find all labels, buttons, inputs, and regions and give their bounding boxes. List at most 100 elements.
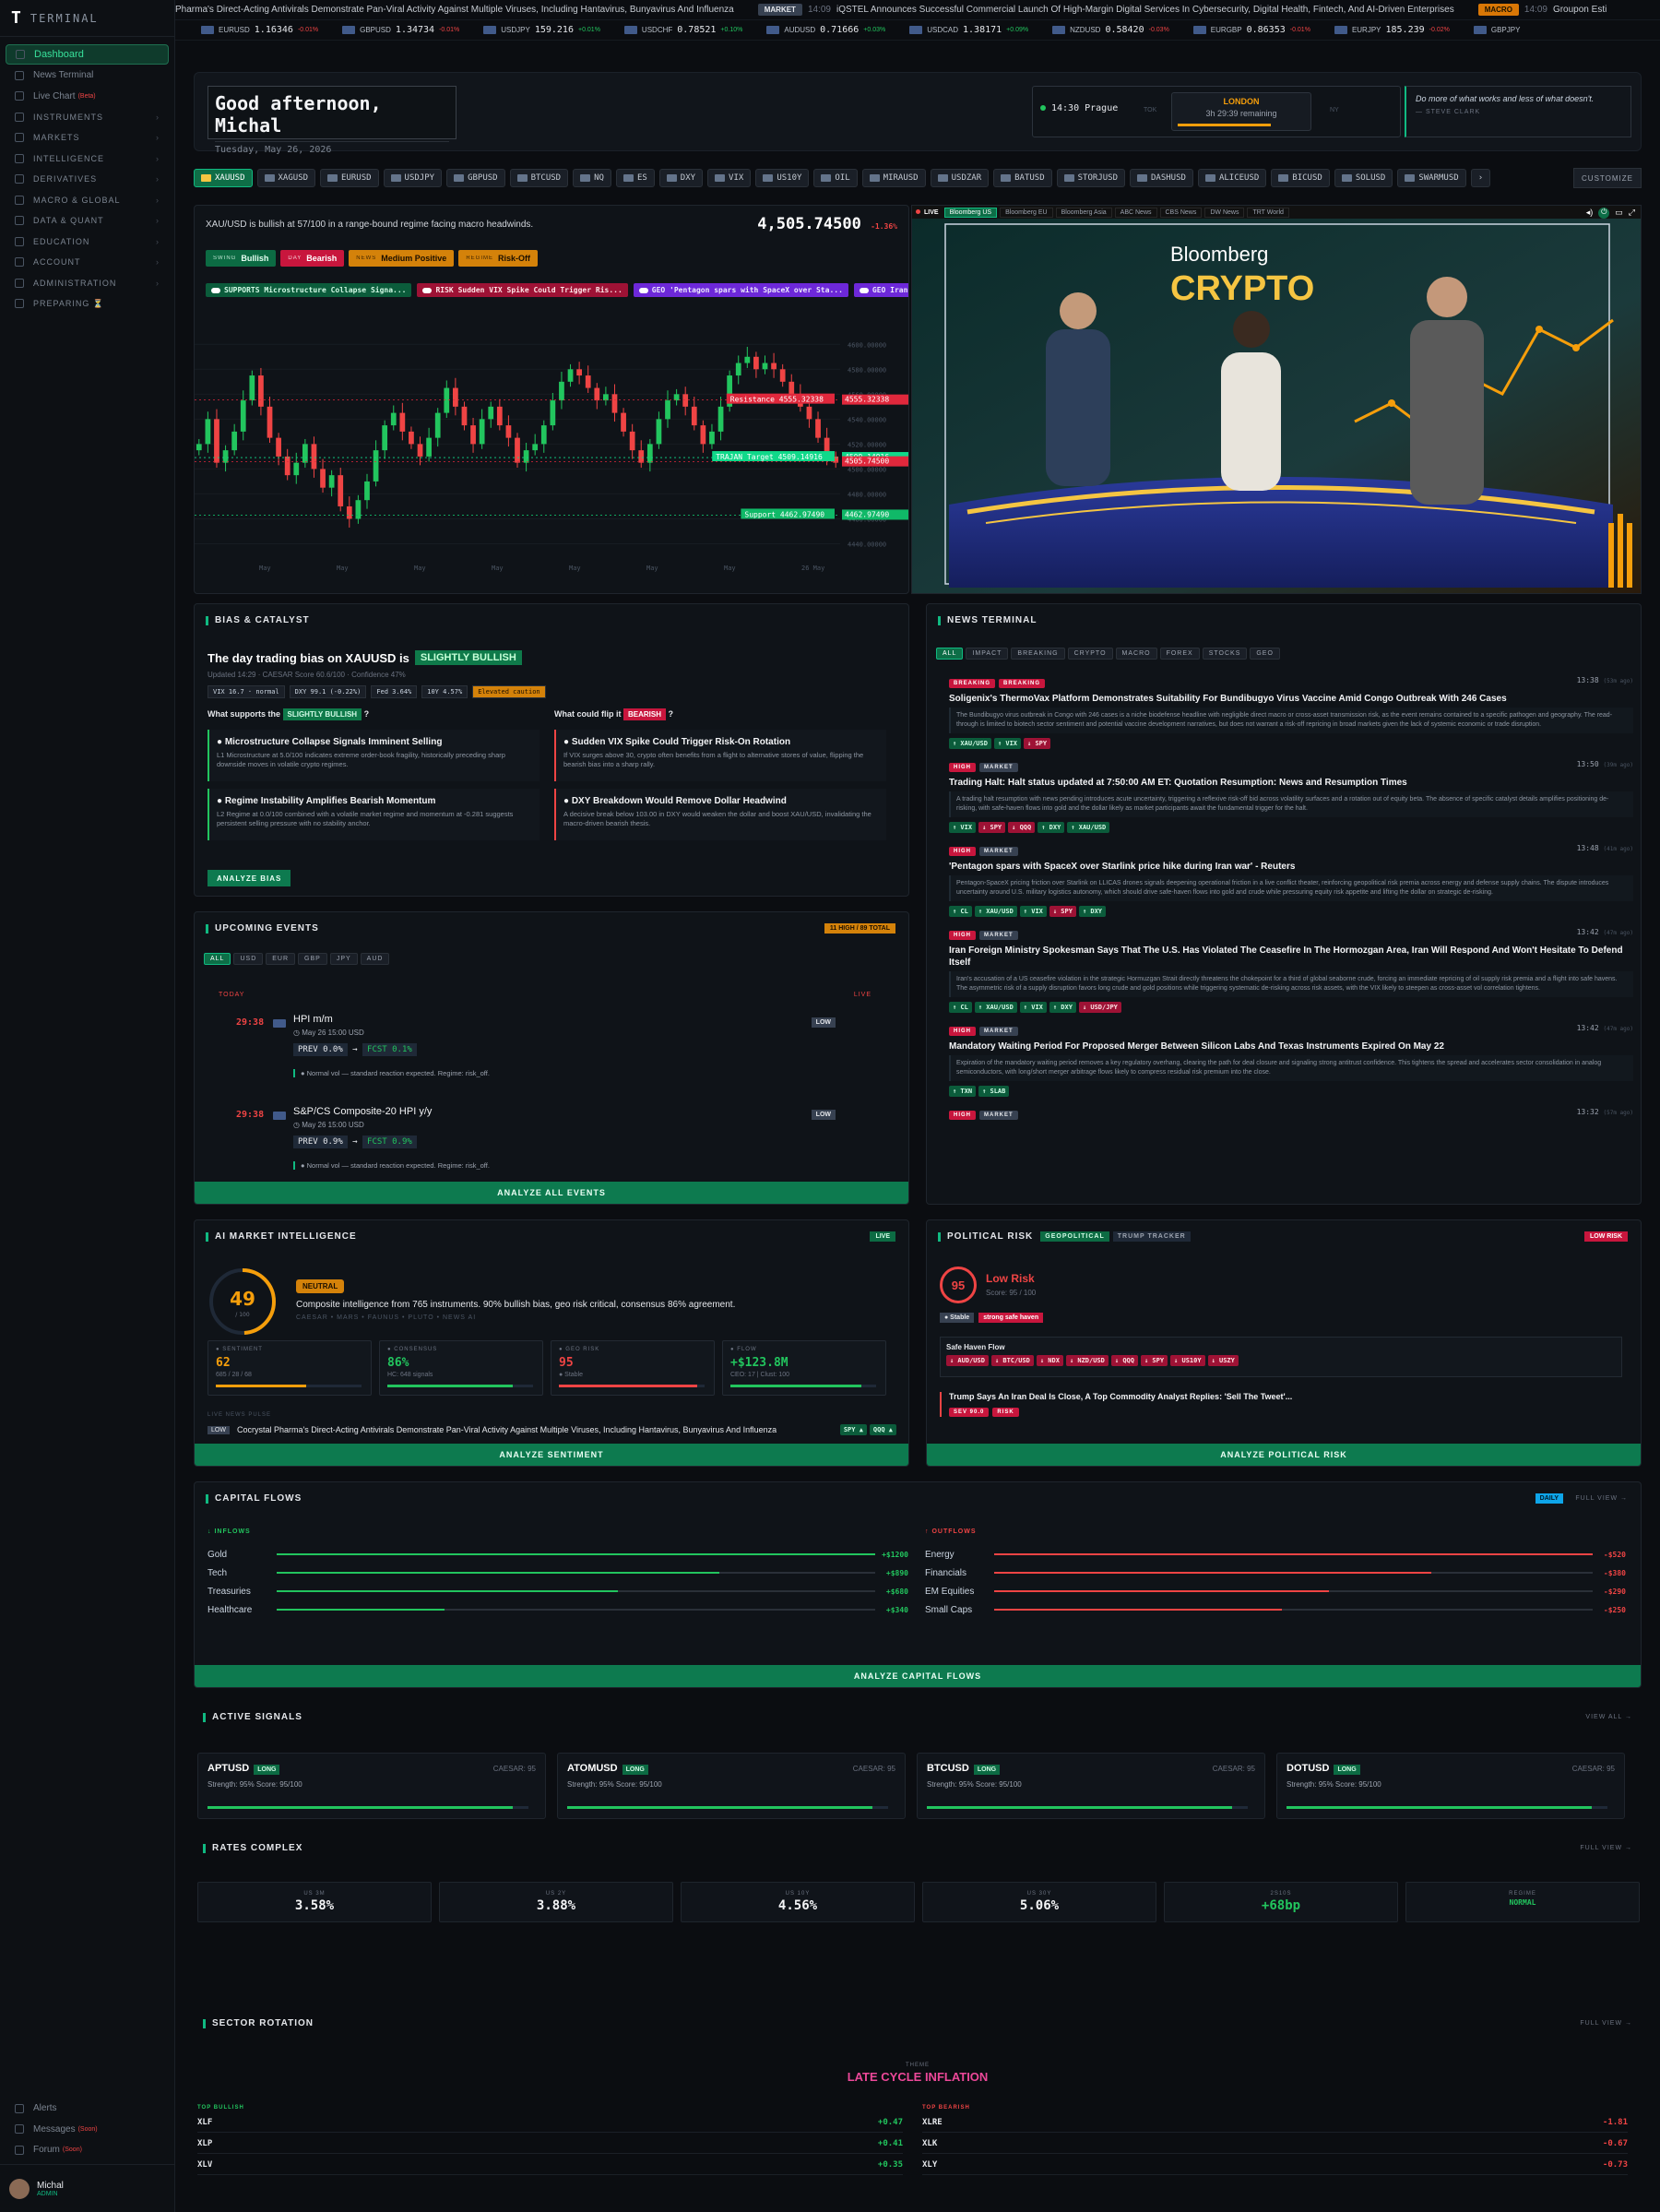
sidebar-section-markets[interactable]: MARKETS › <box>6 127 169 148</box>
fx-item[interactable]: USDCHF 0.78521 +0.10% <box>623 25 742 35</box>
catalyst-card[interactable]: ● Sudden VIX Spike Could Trigger Risk-On… <box>554 730 886 781</box>
tv-channel-tab[interactable]: TRT World <box>1247 207 1289 218</box>
fx-item[interactable]: NZDUSD 0.58420 -0.03% <box>1052 25 1169 35</box>
tab-trump-tracker[interactable]: TRUMP TRACKER <box>1112 1231 1191 1242</box>
fx-item[interactable]: EURGBP 0.86353 -0.01% <box>1192 25 1310 35</box>
sidebar-item-forum[interactable]: Forum (Soon) <box>6 2140 170 2160</box>
tabs-more-button[interactable]: › <box>1470 169 1491 187</box>
event-filter-usd[interactable]: USD <box>233 953 264 965</box>
ticker-text[interactable]: Pharma's Direct-Acting Antivirals Demons… <box>175 5 734 15</box>
analyze-bias-button[interactable]: ANALYZE BIAS <box>208 870 291 886</box>
sidebar-section-instruments[interactable]: INSTRUMENTS › <box>6 107 169 127</box>
political-headline[interactable]: Trump Says An Iran Deal Is Close, A Top … <box>940 1392 1622 1417</box>
tv-channel-tab[interactable]: DW News <box>1204 207 1245 218</box>
app-logo[interactable]: T TERMINAL <box>0 0 174 37</box>
tab-us10y[interactable]: US10Y <box>755 169 810 187</box>
analyze-sentiment-button[interactable]: ANALYZE SENTIMENT <box>195 1444 908 1466</box>
tab-usdzar[interactable]: USDZAR <box>930 169 990 187</box>
tab-btcusd[interactable]: BTCUSD <box>509 169 569 187</box>
event-filter-eur[interactable]: EUR <box>266 953 296 965</box>
tv-channel-tab[interactable]: Bloomberg US <box>943 207 998 218</box>
sidebar-section-intelligence[interactable]: INTELLIGENCE › <box>6 149 169 169</box>
live-tv-player[interactable]: LIVE Bloomberg US Bloomberg EU Bloomberg A… <box>911 205 1642 594</box>
catalyst-card[interactable]: ● Microstructure Collapse Signals Immine… <box>208 730 540 781</box>
view-all-signals[interactable]: VIEW ALL → <box>1585 1714 1632 1720</box>
fx-item[interactable]: GBPJPY <box>1473 26 1530 34</box>
sector-full-view[interactable]: FULL VIEW → <box>1580 2020 1632 2027</box>
tv-channel-tab[interactable]: Bloomberg EU <box>1000 207 1053 218</box>
news-filter-forex[interactable]: FOREX <box>1159 648 1200 660</box>
tab-nq[interactable]: NQ <box>573 169 611 187</box>
customize-button[interactable]: CUSTOMIZE <box>1573 168 1642 188</box>
bias-chip[interactable]: REGIME Risk-Off <box>458 250 538 267</box>
price-chart[interactable]: 4600.000004580.000004560.000004540.00000… <box>195 316 909 575</box>
news-item[interactable]: HIGH MARKET 13:48 (41m ago) 'Pentagon spars… <box>949 844 1633 917</box>
tab-swarmusd[interactable]: SWARMUSD <box>1397 169 1466 187</box>
news-filter-breaking[interactable]: BREAKING <box>1011 648 1065 660</box>
news-filter-impact[interactable]: IMPACT <box>966 648 1009 660</box>
event-filter-all[interactable]: ALL <box>204 953 231 965</box>
sidebar-item-messages[interactable]: Messages (Soon) <box>6 2119 170 2139</box>
signal-card[interactable]: ATOMUSD LONG CAESAR: 95 Strength: 95% Score… <box>557 1753 906 1819</box>
sidebar-section-account[interactable]: ACCOUNT › <box>6 252 169 272</box>
tv-channel-tab[interactable]: ABC News <box>1114 207 1157 218</box>
bias-chip[interactable]: NEWS Medium Positive <box>349 250 455 267</box>
news-filter-macro[interactable]: MACRO <box>1115 648 1157 660</box>
sidebar-item-dashboard[interactable]: Dashboard <box>6 44 169 65</box>
tab-vix[interactable]: VIX <box>707 169 752 187</box>
event-filter-gbp[interactable]: GBP <box>298 953 327 965</box>
tab-batusd[interactable]: BATUSD <box>993 169 1052 187</box>
analyze-flows-button[interactable]: ANALYZE CAPITAL FLOWS <box>195 1665 1641 1687</box>
signal-chip[interactable]: RISK Sudden VIX Spike Could Trigger Ris.… <box>417 283 628 297</box>
news-filter-crypto[interactable]: CRYPTO <box>1067 648 1113 660</box>
sidebar-item-alerts[interactable]: Alerts <box>6 2099 170 2119</box>
volume-icon[interactable]: ◂) <box>1586 208 1594 219</box>
fx-item[interactable]: EURJPY 185.239 -0.02% <box>1334 25 1450 35</box>
tab-usdjpy[interactable]: USDJPY <box>383 169 443 187</box>
full-view-link[interactable]: FULL VIEW → <box>1575 1495 1628 1502</box>
analyze-political-button[interactable]: ANALYZE POLITICAL RISK <box>927 1444 1641 1466</box>
tab-solusd[interactable]: SOLUSD <box>1334 169 1393 187</box>
signal-card[interactable]: APTUSD LONG CAESAR: 95 Strength: 95% Score:… <box>197 1753 546 1819</box>
tab-mirausd[interactable]: MIRAUSD <box>861 169 926 187</box>
tab-oil[interactable]: OIL <box>813 169 858 187</box>
news-filter-stocks[interactable]: STOCKS <box>1202 648 1248 660</box>
news-item[interactable]: HIGH MARKET 13:32 (57m ago) <box>949 1108 1633 1121</box>
tab-gbpusd[interactable]: GBPUSD <box>446 169 505 187</box>
news-item[interactable]: HIGH MARKET 13:42 (47m ago) Mandatory Waiti… <box>949 1024 1633 1097</box>
pip-icon[interactable]: ▭ <box>1615 208 1623 219</box>
news-item[interactable]: HIGH MARKET 13:42 (47m ago) Iran Foreign Mi… <box>949 928 1633 1013</box>
tab-dashusd[interactable]: DASHUSD <box>1130 169 1193 187</box>
period-badge[interactable]: DAILY <box>1535 1493 1563 1504</box>
sidebar-section-education[interactable]: EDUCATION › <box>6 232 169 252</box>
signal-card[interactable]: BTCUSD LONG CAESAR: 95 Strength: 95% Score:… <box>917 1753 1265 1819</box>
tab-xauusd[interactable]: XAUUSD <box>194 169 253 187</box>
news-item[interactable]: BREAKING BREAKING 13:38 (53m ago) Soligenix… <box>949 676 1633 749</box>
tv-channel-tab[interactable]: Bloomberg Asia <box>1055 207 1112 218</box>
tab-aliceusd[interactable]: ALICEUSD <box>1197 169 1267 187</box>
signal-chip[interactable]: GEO 'Pentagon spars with SpaceX over Sta… <box>633 283 848 297</box>
tab-bicusd[interactable]: BICUSD <box>1271 169 1330 187</box>
sidebar-item-live-chart[interactable]: Live Chart (Beta) <box>6 86 169 106</box>
fullscreen-icon[interactable]: ⤢ <box>1629 208 1635 219</box>
catalyst-card[interactable]: ● Regime Instability Amplifies Bearish M… <box>208 789 540 840</box>
tab-dxy[interactable]: DXY <box>658 169 704 187</box>
event-filter-aud[interactable]: AUD <box>360 953 390 965</box>
bias-chip[interactable]: DAY Bearish <box>280 250 345 267</box>
tab-eurusd[interactable]: EURUSD <box>320 169 379 187</box>
ticker-text[interactable]: Groupon Esti <box>1553 5 1607 15</box>
tab-xagusd[interactable]: XAGUSD <box>256 169 316 187</box>
power-icon[interactable]: ⏻ <box>1598 208 1610 219</box>
fx-item[interactable]: GBPUSD 1.34734 -0.01% <box>342 25 459 35</box>
fx-item[interactable]: AUDUSD 0.71666 +0.03% <box>766 25 885 35</box>
bias-chip[interactable]: SWING Bullish <box>206 250 277 267</box>
sidebar-item-news-terminal[interactable]: News Terminal <box>6 65 169 86</box>
news-filter-all[interactable]: ALL <box>936 648 964 660</box>
tv-channel-tab[interactable]: CBS News <box>1159 207 1203 218</box>
user-profile[interactable]: Michal ADMIN <box>0 2164 175 2212</box>
news-pulse[interactable]: LOW Cocrystal Pharma's Direct-Acting Ant… <box>208 1424 899 1435</box>
signal-card[interactable]: DOTUSD LONG CAESAR: 95 Strength: 95% Score:… <box>1276 1753 1625 1819</box>
tab-geopolitical[interactable]: GEOPOLITICAL <box>1040 1231 1109 1242</box>
sidebar-section-macro-global[interactable]: MACRO & GLOBAL › <box>6 190 169 210</box>
sidebar-section-administration[interactable]: ADMINISTRATION › <box>6 273 169 293</box>
